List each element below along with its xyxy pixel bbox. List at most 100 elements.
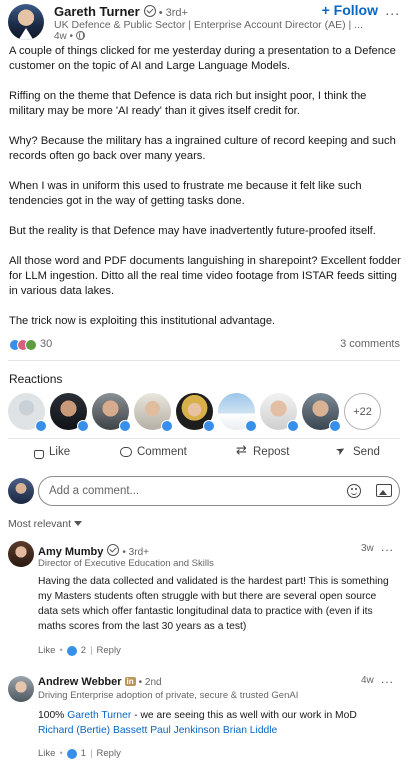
like-reaction-icon <box>66 645 77 656</box>
comment-time: 4w <box>361 675 374 686</box>
post-paragraph: Why? Because the military has a ingraine… <box>9 135 396 162</box>
comment-input[interactable]: Add a comment... <box>38 476 400 506</box>
author-degree: • 3rd+ <box>158 7 188 19</box>
commenter-headline: Director of Executive Education and Skil… <box>38 558 214 569</box>
commenter-name[interactable]: Andrew Webber in • 2nd <box>38 676 162 688</box>
post-paragraph: When I was in uniform this used to frust… <box>9 180 362 207</box>
divider <box>8 438 400 439</box>
mention-link[interactable]: Paul Jenkinson <box>150 725 220 736</box>
reactor-avatar[interactable] <box>50 393 89 432</box>
like-badge-icon <box>119 420 131 432</box>
mention-link[interactable]: Gareth Turner <box>67 710 131 721</box>
comment-button[interactable]: Comment <box>120 446 187 458</box>
comment-actions: Like • 2 | Reply <box>38 645 121 656</box>
like-badge-icon <box>329 420 341 432</box>
author-name[interactable]: Gareth Turner • 3rd+ <box>54 4 188 19</box>
mention-link[interactable]: Brian Liddle <box>223 725 277 736</box>
globe-icon <box>76 31 86 40</box>
image-icon[interactable] <box>376 484 392 497</box>
support-reaction-icon <box>25 339 37 351</box>
post-paragraph: The trick now is exploiting this institu… <box>9 315 276 327</box>
author-name-text[interactable]: Gareth Turner <box>54 4 140 19</box>
commenter-avatar[interactable] <box>8 676 34 702</box>
thumbs-up-icon <box>34 449 44 459</box>
reactions-title: Reactions <box>9 372 63 386</box>
reactor-avatar[interactable] <box>134 393 173 432</box>
post-time-text: 4w • <box>54 31 74 42</box>
sort-label: Most relevant <box>8 518 72 530</box>
commenter-name-text[interactable]: Amy Mumby <box>38 546 103 558</box>
like-badge-icon <box>287 420 299 432</box>
like-badge-icon <box>161 420 173 432</box>
post-paragraph: A couple of things clicked for me yester… <box>9 45 396 72</box>
like-label: Like <box>49 446 71 458</box>
comment-like-count[interactable]: 2 <box>81 645 86 656</box>
reactor-avatar[interactable] <box>260 393 299 432</box>
separator: | <box>90 748 93 759</box>
like-button[interactable]: Like <box>34 446 71 459</box>
comment-time: 3w <box>361 543 374 554</box>
reactor-avatar[interactable] <box>176 393 215 432</box>
comment-actions: Like • 1 | Reply <box>38 748 121 759</box>
commenter-degree: • 3rd+ <box>122 547 149 558</box>
post-time: 4w • <box>54 31 86 42</box>
comment-icon <box>120 447 132 457</box>
comment-more-icon[interactable]: ... <box>381 540 394 554</box>
divider <box>8 360 400 361</box>
emoji-icon[interactable] <box>347 484 361 498</box>
separator: • <box>59 645 63 656</box>
repost-icon <box>236 443 248 458</box>
send-label: Send <box>353 446 380 458</box>
comment-reply-button[interactable]: Reply <box>97 748 121 759</box>
comment-like-count[interactable]: 1 <box>81 748 86 759</box>
comment-text: Having the data collected and validated … <box>38 576 389 632</box>
comment-label: Comment <box>137 446 187 458</box>
commenter-avatar[interactable] <box>8 541 34 567</box>
comment-like-button[interactable]: Like <box>38 748 55 759</box>
linkedin-premium-icon: in <box>124 677 136 686</box>
like-badge-icon <box>35 420 47 432</box>
comment-text: 100% Gareth Turner - we are seeing this … <box>38 708 358 738</box>
separator: | <box>90 645 93 656</box>
comments-count[interactable]: 3 comments <box>340 338 400 350</box>
commenter-name[interactable]: Amy Mumby • 3rd+ <box>38 544 149 558</box>
verified-icon <box>143 5 156 17</box>
comment-more-icon[interactable]: ... <box>381 672 394 686</box>
reactor-avatar[interactable] <box>92 393 131 432</box>
post-paragraph: All those word and PDF documents languis… <box>9 255 401 297</box>
post-paragraph: Riffing on the theme that Defence is dat… <box>9 90 367 117</box>
reactor-avatar[interactable] <box>218 393 257 432</box>
like-badge-icon <box>245 420 257 432</box>
reaction-count[interactable]: 30 <box>40 338 52 350</box>
like-badge-icon <box>77 420 89 432</box>
mention-link[interactable]: Richard (Bertie) Bassett <box>38 725 147 736</box>
comment-text-prefix: 100% <box>38 710 68 721</box>
comment-text-mid: - we are seeing this as well with our wo… <box>131 710 357 721</box>
send-icon <box>336 446 348 458</box>
sort-dropdown[interactable]: Most relevant <box>8 518 83 530</box>
more-reactors-button[interactable]: +22 <box>344 393 381 430</box>
commenter-headline: Driving Enterprise adoption of private, … <box>38 690 299 701</box>
caret-down-icon <box>74 521 83 526</box>
commenter-degree: • 2nd <box>138 677 162 688</box>
reaction-icons[interactable] <box>9 339 39 351</box>
follow-button[interactable]: + Follow <box>322 2 378 18</box>
author-headline: UK Defence & Public Sector | Enterprise … <box>54 19 363 31</box>
like-reaction-icon <box>66 748 77 759</box>
reactor-avatar[interactable] <box>302 393 341 432</box>
more-options-icon[interactable]: ... <box>385 2 400 18</box>
repost-button[interactable]: Repost <box>236 443 290 458</box>
send-button[interactable]: Send <box>336 446 380 458</box>
author-avatar[interactable] <box>8 4 44 40</box>
post-body: A couple of things clicked for me yester… <box>9 44 401 344</box>
separator: • <box>59 748 63 759</box>
repost-label: Repost <box>253 446 290 458</box>
comment-like-button[interactable]: Like <box>38 645 55 656</box>
comment-reply-button[interactable]: Reply <box>97 645 121 656</box>
verified-icon <box>107 544 120 556</box>
current-user-avatar <box>8 478 34 504</box>
reactor-avatar[interactable] <box>8 393 47 432</box>
post-paragraph: But the reality is that Defence may have… <box>9 225 376 237</box>
like-badge-icon <box>203 420 215 432</box>
commenter-name-text[interactable]: Andrew Webber <box>38 676 122 688</box>
